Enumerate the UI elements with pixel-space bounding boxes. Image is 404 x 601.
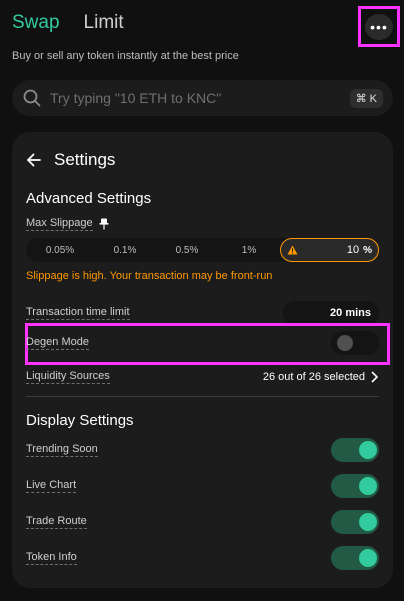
transaction-time-limit-input[interactable]: 20 mins: [283, 301, 379, 325]
toggle-knob: [359, 477, 377, 495]
more-options-button[interactable]: •••: [358, 6, 400, 47]
degen-mode-row: Degen Mode: [26, 328, 379, 358]
token-info-label: Token Info: [26, 551, 77, 565]
transaction-time-limit-label: Transaction time limit: [26, 306, 130, 320]
page-subtitle: Buy or sell any token instantly at the b…: [12, 50, 239, 62]
keyboard-shortcut-badge: ⌘ K: [349, 88, 383, 108]
search-bar[interactable]: ⌘ K: [12, 80, 393, 116]
settings-panel: Settings Advanced Settings Max Slippage …: [12, 132, 393, 588]
liquidity-sources-link[interactable]: 26 out of 26 selected: [263, 371, 379, 383]
custom-slippage-input[interactable]: 10 %: [280, 238, 379, 262]
chevron-right-icon: [371, 371, 378, 383]
toggle-knob: [359, 441, 377, 459]
toggle-knob: [337, 335, 353, 351]
liquidity-sources-row[interactable]: Liquidity Sources 26 out of 26 selected: [26, 367, 379, 387]
swap-limit-tabs: Swap Limit: [12, 12, 124, 34]
slippage-selector: 0.05% 0.1% 0.5% 1% 10 %: [26, 238, 379, 262]
search-icon: [23, 89, 41, 107]
slippage-option-0.05[interactable]: 0.05%: [26, 245, 94, 256]
pin-icon[interactable]: [99, 218, 109, 230]
trending-soon-label: Trending Soon: [26, 443, 98, 457]
toggle-knob: [359, 513, 377, 531]
trending-soon-row: Trending Soon: [26, 437, 379, 463]
trade-route-row: Trade Route: [26, 509, 379, 535]
divider: [26, 396, 379, 397]
tab-swap[interactable]: Swap: [12, 12, 60, 34]
slippage-warning: Slippage is high. Your transaction may b…: [26, 270, 273, 282]
token-info-toggle[interactable]: [331, 546, 379, 570]
live-chart-toggle[interactable]: [331, 474, 379, 498]
token-info-row: Token Info: [26, 545, 379, 571]
degen-mode-toggle[interactable]: [331, 331, 379, 355]
tab-limit[interactable]: Limit: [84, 12, 124, 34]
display-settings-title: Display Settings: [26, 412, 134, 429]
custom-slippage-value: 10: [346, 244, 360, 256]
max-slippage-label-row: Max Slippage: [26, 217, 109, 231]
liquidity-sources-label: Liquidity Sources: [26, 370, 110, 384]
settings-title: Settings: [54, 150, 116, 169]
slippage-option-1[interactable]: 1%: [218, 245, 280, 256]
degen-mode-label: Degen Mode: [26, 336, 89, 350]
trade-route-toggle[interactable]: [331, 510, 379, 534]
slippage-option-0.5[interactable]: 0.5%: [156, 245, 218, 256]
liquidity-sources-value: 26 out of 26 selected: [262, 371, 365, 383]
warning-triangle-icon: [287, 245, 298, 255]
toggle-knob: [359, 549, 377, 567]
more-horizontal-icon: •••: [365, 13, 393, 40]
trade-route-label: Trade Route: [26, 515, 87, 529]
live-chart-row: Live Chart: [26, 473, 379, 499]
slippage-option-0.1[interactable]: 0.1%: [94, 245, 156, 256]
arrow-left-icon[interactable]: [26, 152, 42, 168]
custom-slippage-unit: %: [363, 244, 372, 256]
advanced-settings-title: Advanced Settings: [26, 190, 152, 207]
live-chart-label: Live Chart: [26, 479, 77, 493]
search-input[interactable]: [50, 90, 350, 106]
max-slippage-label: Max Slippage: [26, 217, 93, 231]
settings-header: Settings: [26, 150, 115, 170]
trending-soon-toggle[interactable]: [331, 438, 379, 462]
